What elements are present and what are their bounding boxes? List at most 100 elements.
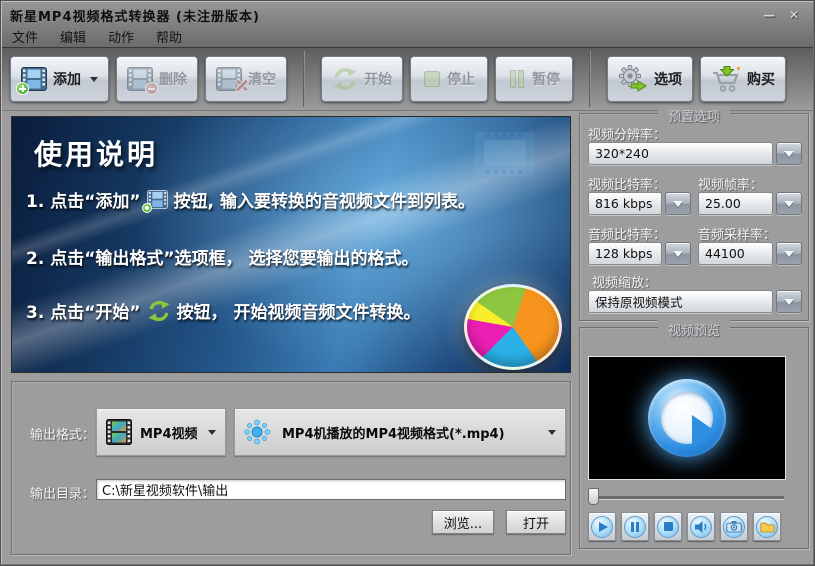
output-format-dropdown[interactable]: MP4视频 [96,408,226,456]
stop-icon [657,516,679,538]
delete-button[interactable]: 删除 [116,56,198,102]
menu-help[interactable]: 帮助 [156,27,182,46]
dropdown-arrow-button[interactable] [776,290,802,313]
minimize-button[interactable]: — [763,9,775,21]
convert-arrows-icon [147,300,171,322]
instruction-step-3: 3. 点击“开始” 按钮， 开始视频音频文件转换。 [26,298,420,323]
frame-rate-value[interactable]: 25.00 [698,192,773,215]
clear-label: 清空 [248,69,276,89]
output-dir-input[interactable]: C:\新星视频软件\输出 [96,479,566,500]
video-scale-label: 视频缩放： [592,272,657,291]
start-button[interactable]: 开始 [321,56,403,102]
preview-volume-button[interactable] [687,512,715,541]
chevron-down-icon [90,77,98,82]
video-scale-dropdown[interactable]: 保持原视频模式 [588,290,802,313]
dropdown-arrow-button[interactable] [776,192,802,215]
sample-rate-dropdown[interactable]: 44100 [698,242,802,265]
stop-square-icon [423,70,441,88]
chevron-down-icon [673,201,683,207]
clear-button[interactable]: 清空 [205,56,287,102]
menu-edit[interactable]: 编辑 [60,27,86,46]
big-play-button[interactable] [648,379,726,457]
player-controls [588,512,781,541]
film-add-icon [21,67,47,91]
menu-action[interactable]: 动作 [108,27,134,46]
preview-play-button[interactable] [588,512,616,541]
seek-slider-thumb[interactable] [588,488,599,505]
chevron-down-icon [784,151,794,157]
video-scale-value[interactable]: 保持原视频模式 [588,290,773,313]
dropdown-arrow-button[interactable] [776,242,802,265]
frame-rate-label: 视频帧率： [698,174,763,193]
film-remove-icon [127,67,153,91]
film-watermark-icon [474,131,536,181]
dropdown-arrow-button[interactable] [665,242,691,265]
film-add-icon [147,190,168,209]
menubar: 文件 编辑 动作 帮助 [2,26,813,47]
buy-button[interactable]: 购买 [700,56,786,102]
preset-panel-title: 预置选项 [658,106,730,125]
pie-chart-graphic [464,284,562,370]
audio-bitrate-dropdown[interactable]: 128 kbps [588,242,691,265]
banner-title: 使用说明 [34,133,158,173]
seek-slider-track[interactable] [593,496,784,499]
audio-bitrate-value[interactable]: 128 kbps [588,242,662,265]
titlebar[interactable]: 新星MP4视频格式转换器 (未注册版本) — ✕ [2,2,813,26]
preview-stop-button[interactable] [654,512,682,541]
output-profile-value: MP4机播放的MP4视频格式(*.mp4) [282,423,505,442]
step2-text-pre: 2. 点击“输出格式”选项框， [26,244,243,269]
gear-icon [618,65,648,93]
sample-rate-label: 音频采样率： [698,224,776,243]
dropdown-arrow-button[interactable] [776,142,802,165]
resolution-value[interactable]: 320*240 [588,142,773,165]
options-label: 选项 [654,69,682,89]
step1-text-pre: 1. 点击“添加” [26,187,141,212]
preview-pause-button[interactable] [621,512,649,541]
resolution-dropdown[interactable]: 320*240 [588,142,802,165]
pause-button[interactable]: 暂停 [495,56,573,102]
output-format-value: MP4视频 [140,423,198,442]
step2-text-post: 选择您要输出的格式。 [249,244,419,269]
step3-text-post: 按钮， 开始视频音频文件转换。 [177,298,421,323]
toolbar-separator [303,51,305,107]
seek-slider[interactable] [588,488,786,506]
start-label: 开始 [364,69,392,89]
preset-options-panel: 预置选项 视频分辨率： 320*240 视频比特率： 视频帧率： 816 kbp… [579,113,809,321]
output-dir-label: 输出目录： [30,483,95,502]
open-button[interactable]: 打开 [506,510,566,534]
instructions-banner: 使用说明 1. 点击“添加” 按钮, 输入要转换的音视频文件到列表。 2. 点击… [11,116,571,373]
browse-button[interactable]: 浏览... [432,510,494,534]
add-button[interactable]: 添加 [10,56,109,102]
menu-file[interactable]: 文件 [12,27,38,46]
step3-text-pre: 3. 点击“开始” [26,298,141,323]
cart-icon [711,66,741,93]
dropdown-arrow-button[interactable] [665,192,691,215]
video-bitrate-value[interactable]: 816 kbps [588,192,662,215]
stop-button[interactable]: 停止 [410,56,488,102]
toolbar: 添加 删除 清空 开始 [2,47,813,111]
video-preview-panel: 视频预览 [579,327,809,549]
sample-rate-value[interactable]: 44100 [698,242,773,265]
output-settings-panel: 输出格式： MP4视频 MP4机播放的MP4视频格式(*.mp4) 输出目录： … [11,381,571,555]
pause-icon [624,516,646,538]
folder-icon [756,516,778,538]
pause-label: 暂停 [532,69,560,89]
preview-open-file-button[interactable] [753,512,781,541]
options-button[interactable]: 选项 [607,56,693,102]
close-button[interactable]: ✕ [789,9,799,21]
toolbar-separator [589,51,591,107]
video-bitrate-dropdown[interactable]: 816 kbps [588,192,691,215]
speaker-icon [690,516,712,538]
output-profile-dropdown[interactable]: MP4机播放的MP4视频格式(*.mp4) [234,408,566,456]
video-preview-screen [588,356,786,480]
play-button-inner [661,392,713,444]
chevron-down-icon [784,299,794,305]
audio-bitrate-label: 音频比特率： [588,224,666,243]
convert-arrows-icon [332,67,358,91]
window-header: 新星MP4视频格式转换器 (未注册版本) — ✕ 文件 编辑 动作 帮助 [2,2,813,47]
play-icon [591,516,613,538]
preview-snapshot-button[interactable] [720,512,748,541]
play-icon [692,415,715,447]
frame-rate-dropdown[interactable]: 25.00 [698,192,802,215]
film-format-icon [106,419,132,445]
